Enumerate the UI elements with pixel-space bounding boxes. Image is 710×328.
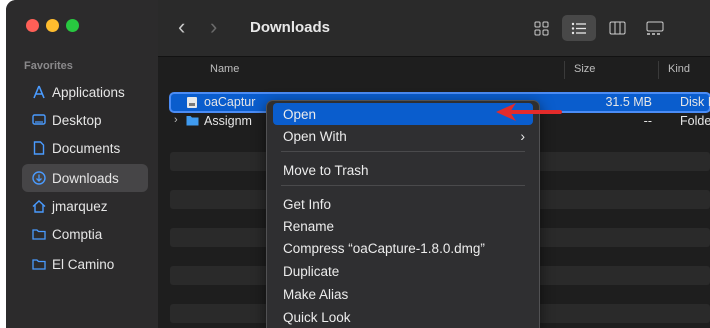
home-icon [28, 199, 50, 213]
column-header: Name Size Kind [158, 57, 710, 83]
menu-item-make-alias[interactable]: Make Alias [273, 283, 533, 305]
column-divider[interactable] [564, 61, 565, 79]
sidebar-item-label: jmarquez [52, 198, 108, 214]
finder-window: Favorites Applications Desktop Documents… [6, 0, 710, 328]
column-name-header[interactable]: Name [210, 63, 239, 75]
gallery-icon [646, 21, 664, 35]
back-button[interactable]: ‹ [178, 14, 185, 40]
sidebar-item-desktop[interactable]: Desktop [22, 106, 148, 134]
menu-separator [281, 185, 525, 186]
context-menu: Open Open With › Move to Trash Get Info R… [266, 100, 540, 328]
disk-image-icon [186, 96, 198, 112]
menu-item-label: Quick Look [283, 309, 351, 325]
menu-item-label: Duplicate [283, 263, 340, 279]
column-size-header[interactable]: Size [574, 63, 595, 75]
annotation-arrow [496, 103, 562, 121]
sidebar-item-label: Desktop [52, 112, 102, 128]
column-view-button[interactable] [600, 15, 634, 41]
columns-icon [609, 21, 625, 35]
column-divider[interactable] [658, 61, 659, 79]
forward-button[interactable]: › [210, 14, 217, 40]
file-size: -- [643, 114, 652, 128]
sidebar: Favorites Applications Desktop Documents… [6, 0, 158, 328]
minimize-window-button[interactable] [46, 19, 59, 32]
sidebar-item-label: El Camino [52, 256, 115, 272]
menu-item-label: Open [283, 106, 317, 122]
sidebar-item-applications[interactable]: Applications [22, 78, 148, 106]
menu-item-label: Move to Trash [283, 162, 369, 178]
folder-icon [186, 115, 199, 129]
grid-icon [534, 21, 548, 35]
sidebar-item-el-camino[interactable]: El Camino [22, 250, 148, 278]
menu-item-move-to-trash[interactable]: Move to Trash [273, 159, 533, 181]
sidebar-item-label: Applications [52, 84, 125, 100]
menu-item-label: Get Info [283, 196, 332, 212]
menu-item-get-info[interactable]: Get Info [273, 193, 533, 215]
sidebar-item-comptia[interactable]: Comptia [22, 220, 148, 248]
downloads-icon [28, 171, 50, 185]
menu-separator [281, 151, 525, 152]
sidebar-item-jmarquez[interactable]: jmarquez [22, 192, 148, 220]
gallery-view-button[interactable] [638, 15, 672, 41]
folder-icon [28, 258, 50, 270]
menu-item-label: Rename [283, 218, 335, 234]
applications-icon [28, 85, 50, 99]
menu-item-duplicate[interactable]: Duplicate [273, 260, 533, 282]
sidebar-item-documents[interactable]: Documents [22, 134, 148, 162]
file-size: 31.5 MB [605, 95, 652, 109]
disclosure-chevron-icon[interactable]: › [174, 114, 178, 126]
submenu-chevron-icon: › [520, 128, 525, 144]
documents-icon [28, 141, 50, 155]
sidebar-item-label: Downloads [52, 170, 119, 186]
file-name: Assignm [204, 114, 252, 128]
list-view-button[interactable] [562, 15, 596, 41]
file-name: oaCaptur [204, 95, 256, 109]
folder-icon [28, 228, 50, 240]
zoom-window-button[interactable] [66, 19, 79, 32]
sidebar-item-label: Comptia [52, 226, 103, 242]
menu-item-quick-look[interactable]: Quick Look [273, 306, 533, 328]
menu-item-rename[interactable]: Rename [273, 215, 533, 237]
menu-item-label: Make Alias [283, 286, 349, 302]
sidebar-item-label: Documents [52, 140, 121, 156]
close-window-button[interactable] [26, 19, 39, 32]
sidebar-section-favorites: Favorites [24, 60, 73, 72]
column-kind-header[interactable]: Kind [668, 63, 690, 75]
menu-item-label: Open With [283, 128, 347, 144]
icon-view-button[interactable] [524, 15, 558, 41]
window-title: Downloads [250, 19, 331, 36]
menu-item-label: Compress “oaCapture-1.8.0.dmg” [283, 240, 485, 256]
toolbar: ‹ › Downloads [158, 0, 710, 57]
file-kind: Disk I [680, 95, 710, 109]
menu-item-open-with[interactable]: Open With › [273, 125, 533, 147]
menu-item-compress[interactable]: Compress “oaCapture-1.8.0.dmg” [273, 237, 533, 259]
sidebar-item-downloads[interactable]: Downloads [22, 164, 148, 192]
desktop-icon [28, 114, 50, 126]
file-kind: Folde [680, 114, 710, 128]
list-icon [571, 22, 586, 34]
